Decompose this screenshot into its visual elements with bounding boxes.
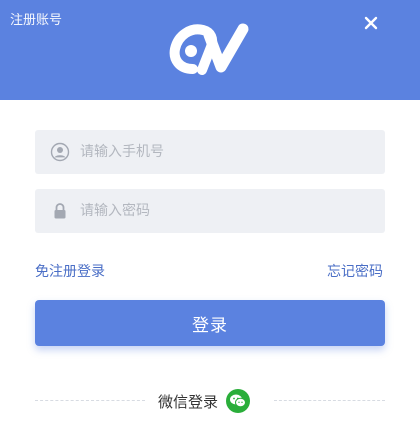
- user-icon: [50, 142, 70, 162]
- quick-login-link[interactable]: 免注册登录: [35, 261, 105, 281]
- close-icon[interactable]: [362, 14, 380, 32]
- password-field[interactable]: [35, 189, 385, 233]
- header-bar: 注册账号: [0, 0, 420, 100]
- login-button[interactable]: 登录: [35, 300, 385, 346]
- wechat-icon[interactable]: [226, 389, 251, 413]
- wechat-bubbles-icon: [230, 394, 247, 408]
- divider-right: [274, 400, 385, 401]
- register-account-link[interactable]: 注册账号: [10, 9, 62, 28]
- wechat-login-label: 微信登录: [158, 392, 219, 411]
- lock-icon: [54, 203, 66, 219]
- brand-logo-icon: [169, 23, 249, 75]
- phone-field[interactable]: [35, 130, 385, 174]
- phone-input[interactable]: [80, 130, 370, 174]
- wechat-login[interactable]: 微信登录: [158, 388, 251, 414]
- password-input[interactable]: [80, 189, 370, 233]
- forgot-password-link[interactable]: 忘记密码: [327, 261, 383, 281]
- divider-left: [35, 400, 145, 401]
